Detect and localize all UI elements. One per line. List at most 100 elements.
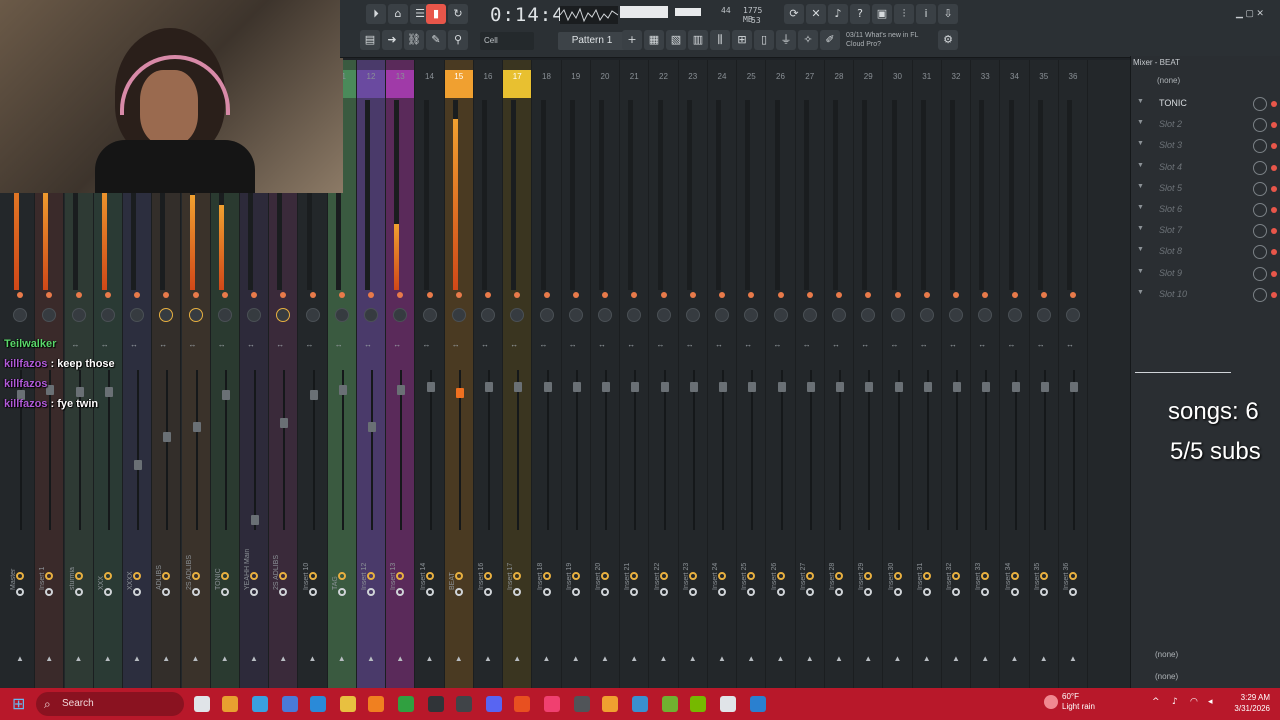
solo-ring[interactable] — [337, 588, 346, 596]
solo-ring[interactable] — [601, 588, 609, 596]
weather-widget[interactable]: 60°F Light rain — [1062, 692, 1095, 712]
mixer-strip[interactable]: 27 ↔ Insert 27 ▲ — [796, 60, 825, 688]
stereo-arrows-icon[interactable]: ↔ — [598, 340, 606, 349]
volume-fader[interactable] — [134, 460, 142, 470]
notepad-icon[interactable] — [720, 696, 736, 712]
mute-ring[interactable] — [337, 572, 346, 580]
slot-caret-icon[interactable]: ▼ — [1137, 204, 1144, 211]
app-f-icon[interactable] — [750, 696, 766, 712]
volume-fader[interactable] — [689, 382, 698, 392]
pan-knob[interactable] — [159, 308, 174, 322]
stereo-arrows-icon[interactable]: ↔ — [715, 340, 723, 349]
mixer-strip[interactable]: 15 ↔ BEAT ▲ — [444, 60, 474, 688]
solo-ring[interactable] — [396, 588, 405, 596]
stereo-arrows-icon[interactable]: ↔ — [218, 340, 226, 349]
playlist-window-icon[interactable]: ▦ — [644, 30, 664, 50]
stereo-arrows-icon[interactable]: ↔ — [481, 340, 489, 349]
stereo-arrows-icon[interactable]: ↔ — [657, 340, 665, 349]
route-arrow-icon[interactable]: ▲ — [806, 654, 814, 663]
volume-fader[interactable] — [719, 382, 727, 392]
route-arrow-icon[interactable]: ▲ — [396, 654, 404, 663]
mute-ring[interactable] — [835, 572, 843, 580]
pan-knob[interactable] — [773, 308, 788, 322]
route-arrow-icon[interactable]: ▲ — [689, 654, 697, 663]
route-arrow-icon[interactable]: ▲ — [747, 654, 755, 663]
slot-enable-dot[interactable] — [1271, 270, 1277, 277]
mixer-strip[interactable]: 17 ↔ Insert 17 ▲ — [503, 60, 533, 688]
effect-slot[interactable]: ▼ Slot 6 — [1135, 200, 1277, 220]
volume-fader[interactable] — [748, 382, 757, 392]
volume-fader[interactable] — [163, 432, 172, 442]
route-arrow-icon[interactable]: ▲ — [981, 654, 989, 663]
route-arrow-icon[interactable]: ▲ — [250, 654, 258, 663]
solo-ring[interactable] — [893, 588, 902, 596]
pan-knob[interactable] — [247, 308, 261, 322]
pan-knob[interactable] — [802, 308, 817, 322]
mute-ring[interactable] — [454, 572, 463, 580]
fx-enable-dot[interactable] — [572, 292, 579, 298]
folder-icon[interactable] — [340, 696, 356, 712]
mute-ring[interactable] — [776, 572, 785, 580]
slot-enable-dot[interactable] — [1271, 101, 1277, 107]
route-arrow-icon[interactable]: ▲ — [513, 654, 521, 663]
pattern-song-icon[interactable]: ⏵ — [366, 4, 386, 24]
fx-enable-dot[interactable] — [514, 292, 521, 298]
volume-fader[interactable] — [192, 422, 201, 432]
pan-knob[interactable] — [978, 308, 993, 322]
volume-fader[interactable] — [514, 382, 523, 392]
mute-ring[interactable] — [367, 572, 375, 580]
solo-ring[interactable] — [250, 588, 258, 596]
effect-slot[interactable]: ▼ Slot 2 — [1135, 115, 1277, 135]
fx-enable-dot[interactable] — [192, 292, 199, 298]
fx-enable-dot[interactable] — [777, 292, 784, 298]
tray-chevron-icon[interactable]: ^ — [1152, 697, 1160, 707]
slot-caret-icon[interactable]: ▼ — [1137, 162, 1144, 169]
volume-icon[interactable]: ◂ — [1208, 697, 1213, 707]
volume-fader[interactable] — [1040, 382, 1049, 392]
pan-knob[interactable] — [130, 308, 144, 322]
mixer-strip[interactable]: 35 ↔ Insert 35 ▲ — [1030, 60, 1059, 688]
pan-knob[interactable] — [188, 308, 203, 322]
solo-ring[interactable] — [1069, 588, 1077, 596]
preset-select[interactable]: (none) — [1157, 76, 1180, 85]
effect-slot[interactable]: ▼ Slot 5 — [1135, 179, 1277, 199]
solo-ring[interactable] — [571, 588, 580, 596]
route-arrow-icon[interactable]: ▲ — [133, 654, 141, 663]
mixer-strip[interactable]: 14 ↔ Insert 14 ▲ — [416, 60, 445, 688]
slot-caret-icon[interactable]: ▼ — [1137, 289, 1144, 296]
stereo-arrows-icon[interactable]: ↔ — [949, 340, 957, 349]
mixer-strip[interactable]: 30 ↔ Insert 30 ▲ — [884, 60, 913, 688]
save-icon[interactable]: ▣ — [872, 4, 892, 24]
app-e-icon[interactable] — [662, 696, 678, 712]
slot-mix-knob[interactable] — [1253, 245, 1267, 260]
slot-mix-knob[interactable] — [1253, 224, 1267, 239]
route-arrow-icon[interactable]: ▲ — [923, 654, 931, 663]
pan-knob[interactable] — [13, 308, 27, 322]
solo-ring[interactable] — [279, 588, 288, 596]
solo-ring[interactable] — [367, 588, 375, 596]
mixer-icon[interactable]: ⫶ — [894, 4, 914, 24]
mixer-strip[interactable]: 16 ↔ Insert 16 ▲ — [474, 60, 503, 688]
pan-knob[interactable] — [1007, 308, 1022, 322]
slot-mix-knob[interactable] — [1253, 266, 1267, 281]
solo-ring[interactable] — [952, 588, 960, 596]
volume-fader[interactable] — [368, 422, 376, 432]
fx-enable-dot[interactable] — [1040, 292, 1047, 298]
pan-knob[interactable] — [71, 308, 86, 322]
pan-knob[interactable] — [568, 308, 583, 322]
nvidia-icon[interactable] — [690, 696, 706, 712]
slot-enable-dot[interactable] — [1271, 143, 1277, 150]
pan-knob[interactable] — [685, 308, 700, 322]
fx-enable-dot[interactable] — [104, 292, 111, 298]
route-arrow-icon[interactable]: ▲ — [777, 654, 785, 663]
route-arrow-icon[interactable]: ▲ — [630, 654, 638, 663]
fx-enable-dot[interactable] — [75, 292, 82, 298]
fx-enable-dot[interactable] — [719, 292, 725, 298]
fx-enable-dot[interactable] — [923, 292, 930, 298]
help-icon[interactable]: ? — [850, 4, 870, 24]
fx-enable-dot[interactable] — [1070, 292, 1076, 298]
window-controls[interactable]: ▁ ▢ ✕ — [1236, 8, 1264, 19]
mixer-strip[interactable]: 32 ↔ Insert 32 ▲ — [942, 60, 971, 688]
mixer-strip[interactable]: 24 ↔ Insert 24 ▲ — [708, 60, 737, 688]
volume-fader[interactable] — [982, 382, 991, 392]
